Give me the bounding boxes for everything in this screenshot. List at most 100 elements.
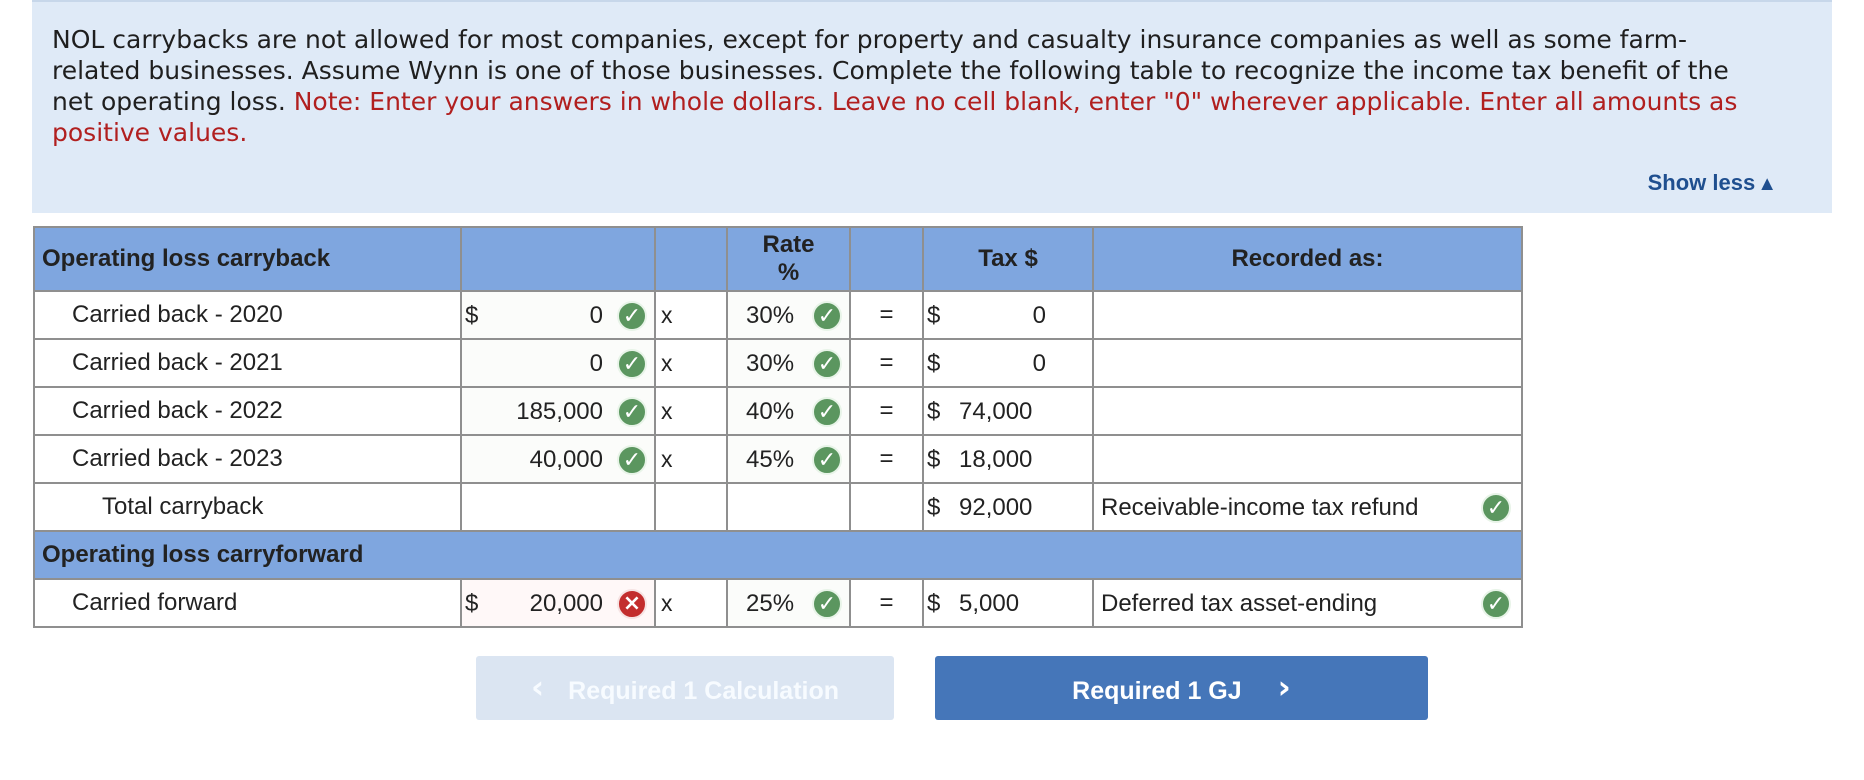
recorded-as-cell[interactable] xyxy=(1092,434,1523,484)
multiply-sign: x xyxy=(654,386,728,436)
table-row-total-carryback: Total carryback $ 92,000 Receivable-inco… xyxy=(33,482,1523,532)
tax-value: 0 xyxy=(1032,302,1046,329)
amount-input-cell[interactable]: 40,000 ✓ xyxy=(460,434,656,484)
equals-sign: = xyxy=(849,290,924,340)
tax-cell: $ 74,000 xyxy=(922,386,1094,436)
show-less-button[interactable]: Show less ▲ xyxy=(1648,170,1777,197)
nol-carryback-table: Operating loss carryback Rate % Tax $ Re… xyxy=(33,226,1523,628)
carryforward-tax-value: 5,000 xyxy=(959,590,1020,617)
rate-value: 30% xyxy=(746,302,795,329)
recorded-as-dropdown[interactable]: Receivable-income tax refund ✓ xyxy=(1092,482,1523,532)
rate-percent-header: Rate % xyxy=(726,226,851,292)
equals-sign: = xyxy=(849,434,924,484)
blank-header-times xyxy=(654,226,728,292)
amount-value: 0 xyxy=(589,350,603,377)
triangle-up-icon: ▲ xyxy=(1757,173,1777,195)
amount-input-cell[interactable]: 0 ✓ xyxy=(460,338,656,388)
amount-input-cell[interactable]: 185,000 ✓ xyxy=(460,386,656,436)
check-icon: ✓ xyxy=(812,397,842,427)
table-row-carried-back-2022: Carried back - 2022 185,000 ✓ x 40% ✓ = … xyxy=(33,386,1523,436)
rate-input-cell[interactable]: 45% ✓ xyxy=(726,434,851,484)
recorded-as-value: Receivable-income tax refund xyxy=(1101,494,1419,521)
header-row: Operating loss carryback Rate % Tax $ Re… xyxy=(33,226,1523,292)
check-icon: ✓ xyxy=(617,349,647,379)
amount-value: 185,000 xyxy=(516,398,603,425)
check-icon: ✓ xyxy=(1481,493,1511,523)
check-icon: ✓ xyxy=(812,445,842,475)
table-row-carried-back-2023: Carried back - 2023 40,000 ✓ x 45% ✓ = $… xyxy=(33,434,1523,484)
next-required-1-gj-button[interactable]: Required 1 GJ › xyxy=(935,656,1428,720)
tax-cell: $ 0 xyxy=(922,338,1094,388)
total-tax-cell: $ 92,000 xyxy=(922,482,1094,532)
tax-cell: $ 0 xyxy=(922,290,1094,340)
tax-value: 18,000 xyxy=(959,446,1033,473)
close-icon: × xyxy=(617,589,647,619)
check-icon: ✓ xyxy=(1481,589,1511,619)
chevron-right-icon: › xyxy=(1277,668,1291,706)
blank-header-amount xyxy=(460,226,656,292)
tax-cell: $ 18,000 xyxy=(922,434,1094,484)
equals-sign: = xyxy=(849,338,924,388)
recorded-as-cell[interactable] xyxy=(1092,386,1523,436)
blank-cell xyxy=(460,482,656,532)
chevron-left-icon: ‹ xyxy=(530,668,545,706)
check-icon: ✓ xyxy=(812,589,842,619)
table-row-carried-back-2020: Carried back - 2020 $ 0 ✓ x 30% ✓ = $ 0 xyxy=(33,290,1523,340)
total-carryback-label: Total carryback xyxy=(33,482,462,532)
recorded-as-header: Recorded as: xyxy=(1092,226,1523,292)
carryforward-rate-input-cell[interactable]: 25% ✓ xyxy=(726,578,851,628)
multiply-sign: x xyxy=(654,578,728,628)
row-label: Carried back - 2021 xyxy=(33,338,462,388)
check-icon: ✓ xyxy=(812,349,842,379)
previous-button-label: Required 1 Calculation xyxy=(568,677,840,705)
recorded-as-cell[interactable] xyxy=(1092,290,1523,340)
rate-input-cell[interactable]: 40% ✓ xyxy=(726,386,851,436)
check-icon: ✓ xyxy=(617,397,647,427)
tax-dollar-sign: $ xyxy=(927,446,941,473)
carryforward-amount-value: 20,000 xyxy=(529,590,603,617)
multiply-sign: x xyxy=(654,434,728,484)
multiply-sign: x xyxy=(654,290,728,340)
equals-sign: = xyxy=(849,386,924,436)
dollar-sign: $ xyxy=(465,302,479,329)
total-tax-value: 92,000 xyxy=(959,494,1033,521)
dollar-sign: $ xyxy=(465,590,479,617)
carryforward-section-row: Operating loss carryforward xyxy=(33,530,1523,580)
show-less-label: Show less xyxy=(1647,170,1756,195)
recorded-as-cell[interactable] xyxy=(1092,338,1523,388)
operating-loss-carryforward-header: Operating loss carryforward xyxy=(33,530,1523,580)
table-row-carried-forward: Carried forward $ 20,000 × x 25% ✓ = $ 5… xyxy=(33,578,1523,628)
tax-dollar-sign: $ xyxy=(927,350,941,377)
amount-value: 0 xyxy=(589,302,603,329)
blank-cell xyxy=(726,482,851,532)
carryforward-recorded-as-dropdown[interactable]: Deferred tax asset-ending ✓ xyxy=(1092,578,1523,628)
amount-input-cell[interactable]: $ 0 ✓ xyxy=(460,290,656,340)
rate-input-cell[interactable]: 30% ✓ xyxy=(726,338,851,388)
carryforward-recorded-as-value: Deferred tax asset-ending xyxy=(1101,590,1378,617)
row-label: Carried back - 2023 xyxy=(33,434,462,484)
rate-input-cell[interactable]: 30% ✓ xyxy=(726,290,851,340)
previous-required-1-calculation-button[interactable]: ‹ Required 1 Calculation xyxy=(476,656,894,720)
next-button-label: Required 1 GJ xyxy=(1072,677,1242,705)
rate-value: 40% xyxy=(746,398,795,425)
multiply-sign: x xyxy=(654,338,728,388)
check-icon: ✓ xyxy=(812,301,842,331)
blank-header-equals xyxy=(849,226,924,292)
instructions-panel: NOL carrybacks are not allowed for most … xyxy=(32,0,1832,213)
tax-value: 74,000 xyxy=(959,398,1033,425)
equals-sign: = xyxy=(849,578,924,628)
rate-value: 25% xyxy=(746,590,795,617)
carried-forward-label: Carried forward xyxy=(33,578,462,628)
carryforward-amount-input-cell[interactable]: $ 20,000 × xyxy=(460,578,656,628)
tax-dollar-sign: $ xyxy=(927,590,941,617)
tax-dollar-header: Tax $ xyxy=(922,226,1094,292)
instructions-text: NOL carrybacks are not allowed for most … xyxy=(52,24,1772,148)
blank-cell xyxy=(654,482,728,532)
tax-dollar-sign: $ xyxy=(927,494,941,521)
page: NOL carrybacks are not allowed for most … xyxy=(0,0,1864,780)
row-label: Carried back - 2022 xyxy=(33,386,462,436)
tax-dollar-sign: $ xyxy=(927,302,941,329)
instructions-note: Note: Enter your answers in whole dollar… xyxy=(52,87,1738,147)
rate-value: 45% xyxy=(746,446,795,473)
amount-value: 40,000 xyxy=(529,446,603,473)
